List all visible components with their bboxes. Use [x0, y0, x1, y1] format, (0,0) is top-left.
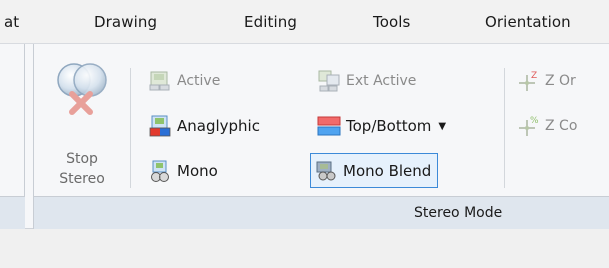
tab-drawing[interactable]: Drawing [94, 13, 157, 31]
previous-group-footer [0, 196, 25, 229]
anaglyphic-label: Anaglyphic [177, 117, 260, 135]
previous-group-edge [0, 44, 25, 229]
svg-text:Z: Z [531, 71, 537, 81]
tab-format[interactable]: at [4, 13, 19, 31]
z-percent-icon: % [519, 116, 539, 136]
top-bottom-icon [317, 116, 341, 136]
group-footer: Stereo Mode [34, 196, 609, 229]
top-bottom-button[interactable]: Top/Bottom ▼ [317, 111, 446, 141]
stop-stereo-button[interactable]: Stop Stereo [42, 52, 122, 192]
tab-editing[interactable]: Editing [244, 13, 297, 31]
mono-blend-button[interactable]: Mono Blend [310, 153, 439, 188]
chevron-down-icon[interactable]: ▼ [438, 121, 446, 132]
top-bottom-label: Top/Bottom [346, 117, 432, 135]
z-co-label: Z Co [545, 118, 578, 134]
stereo-mode-group: Stop Stereo Active Anaglyphic Mono Ext A… [33, 44, 609, 229]
ext-active-button[interactable]: Ext Active [317, 66, 416, 96]
stop-stereo-icon [57, 63, 107, 115]
stop-stereo-label-line1: Stop [66, 151, 98, 167]
active-button[interactable]: Active [148, 66, 220, 96]
ext-active-label: Ext Active [346, 73, 417, 89]
stop-stereo-label-line2: Stereo [59, 171, 105, 187]
ribbon-panel: Stop Stereo Active Anaglyphic Mono Ext A… [0, 43, 609, 229]
group-title: Stereo Mode [414, 205, 503, 221]
z-orbit-label: Z Or [545, 73, 576, 89]
z-orbit-button[interactable]: Z Z Or [516, 66, 576, 96]
ext-active-icon [318, 70, 340, 92]
anaglyphic-button[interactable]: Anaglyphic [148, 111, 260, 141]
z-co-button[interactable]: % Z Co [516, 111, 577, 141]
separator [130, 68, 131, 188]
mono-button[interactable]: Mono [148, 156, 218, 186]
z-orbit-icon: Z [519, 71, 537, 91]
svg-text:%: % [530, 116, 539, 126]
tab-tools[interactable]: Tools [373, 13, 410, 31]
active-label: Active [177, 73, 221, 89]
ribbon-tab-bar: at Drawing Editing Tools Orientation [0, 0, 609, 43]
anaglyphic-icon [149, 115, 171, 137]
mono-blend-label: Mono Blend [343, 161, 432, 180]
mono-blend-icon [316, 161, 336, 180]
mono-label: Mono [177, 162, 218, 180]
mono-icon [151, 160, 169, 182]
separator [504, 68, 505, 188]
below-ribbon-area [0, 229, 609, 268]
tab-orientation[interactable]: Orientation [485, 13, 571, 31]
active-stereo-icon [149, 71, 170, 91]
